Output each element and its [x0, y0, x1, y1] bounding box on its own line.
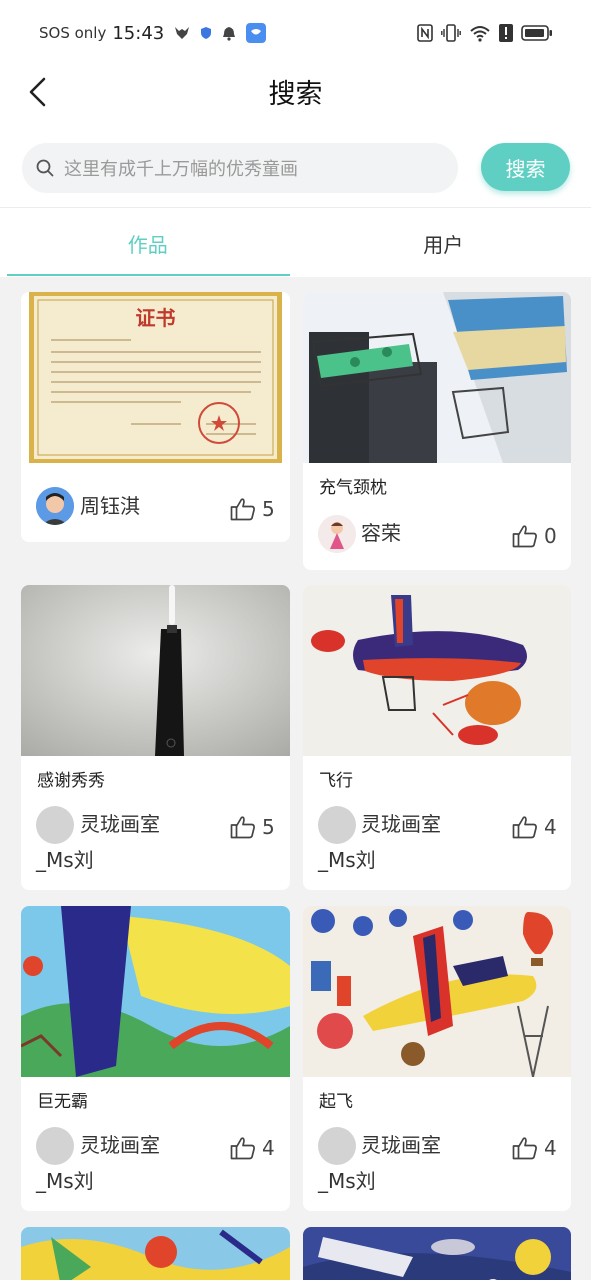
alert-icon: [499, 24, 513, 42]
avatar: [36, 1127, 74, 1165]
work-title: 感谢秀秀: [37, 771, 105, 791]
like-button[interactable]: 4: [512, 1136, 557, 1160]
avatar: [36, 487, 74, 525]
work-title: 巨无霸: [37, 1092, 88, 1112]
like-count: 5: [262, 815, 275, 839]
like-count: 4: [544, 815, 557, 839]
work-card[interactable]: 起飞 灵珑画室 _Ms刘 4: [303, 906, 571, 1211]
app-notification-icon: [246, 23, 267, 43]
status-right: [417, 24, 553, 42]
active-tab-indicator: [7, 274, 290, 276]
avatar: [318, 515, 356, 553]
like-button[interactable]: 4: [230, 1136, 275, 1160]
work-thumbnail: [21, 585, 290, 756]
work-title: 起飞: [319, 1092, 353, 1112]
work-card[interactable]: 证书 周钰淇 5: [21, 292, 290, 542]
fox-icon: [174, 26, 190, 40]
author-name: 灵珑画室: [80, 812, 160, 836]
nfc-icon: [417, 24, 433, 42]
shield-icon: [200, 26, 212, 40]
work-thumbnail: [21, 906, 290, 1077]
tab-works[interactable]: 作品: [0, 208, 296, 278]
title-bar: 搜索: [0, 66, 591, 116]
like-count: 4: [262, 1136, 275, 1160]
author-name-suffix: _Ms刘: [36, 848, 94, 872]
search-row: 这里有成千上万幅的优秀童画 搜索: [0, 140, 591, 196]
wifi-icon: [469, 24, 491, 42]
author-name: 容荣: [361, 521, 401, 545]
avatar: [318, 806, 356, 844]
thumbs-up-icon: [230, 498, 255, 521]
work-card[interactable]: 飞行 灵珑画室 _Ms刘 4: [303, 585, 571, 890]
work-title: 充气颈枕: [319, 478, 387, 498]
author-name: 灵珑画室: [361, 812, 441, 836]
search-placeholder: 这里有成千上万幅的优秀童画: [64, 159, 298, 180]
work-thumbnail: [303, 292, 571, 463]
author-name: 周钰淇: [80, 494, 140, 518]
work-thumbnail: 证书: [21, 292, 290, 463]
author-name-suffix: _Ms刘: [36, 1169, 94, 1193]
like-button[interactable]: 5: [230, 815, 275, 839]
thumbs-up-icon: [230, 1137, 255, 1160]
bell-icon: [222, 26, 236, 41]
tab-users[interactable]: 用户: [296, 208, 591, 278]
clock: 15:43: [112, 22, 165, 44]
vibrate-icon: [441, 24, 461, 42]
work-thumbnail: [303, 585, 571, 756]
like-count: 4: [544, 1136, 557, 1160]
work-title: 飞行: [319, 771, 353, 791]
work-card[interactable]: 充气颈枕 容荣 0: [303, 292, 571, 570]
author-name-suffix: _Ms刘: [318, 848, 376, 872]
battery-icon: [521, 25, 553, 41]
tab-bar: 作品 用户: [0, 208, 591, 278]
search-input[interactable]: 这里有成千上万幅的优秀童画: [22, 143, 458, 193]
like-button[interactable]: 0: [512, 524, 557, 548]
author-name-suffix: _Ms刘: [318, 1169, 376, 1193]
like-button[interactable]: 4: [512, 815, 557, 839]
work-thumbnail: [21, 1227, 290, 1280]
status-left: SOS only 15:43: [39, 22, 267, 44]
thumbs-up-icon: [512, 1137, 537, 1160]
work-card[interactable]: 巨无霸 灵珑画室 _Ms刘 4: [21, 906, 290, 1211]
search-button[interactable]: 搜索: [481, 143, 570, 191]
certificate-title: 证书: [135, 306, 176, 330]
works-grid[interactable]: 证书 周钰淇 5 充气颈枕 容荣 0 感谢秀秀 灵珑画室 _Ms刘 5 飞行 灵…: [0, 277, 591, 1280]
work-thumbnail: [303, 906, 571, 1077]
work-card[interactable]: [21, 1227, 290, 1280]
page-title: 搜索: [268, 79, 323, 110]
thumbs-up-icon: [512, 816, 537, 839]
like-count: 5: [262, 497, 275, 521]
avatar: [36, 806, 74, 844]
like-count: 0: [544, 524, 557, 548]
avatar: [318, 1127, 356, 1165]
work-card[interactable]: [303, 1227, 571, 1280]
work-thumbnail: [303, 1227, 571, 1280]
status-bar: SOS only 15:43: [0, 0, 591, 66]
author-name: 灵珑画室: [80, 1133, 160, 1157]
like-button[interactable]: 5: [230, 497, 275, 521]
search-icon: [36, 159, 54, 177]
work-card[interactable]: 感谢秀秀 灵珑画室 _Ms刘 5: [21, 585, 290, 890]
author-name: 灵珑画室: [361, 1133, 441, 1157]
sos-label: SOS only: [39, 24, 107, 42]
thumbs-up-icon: [230, 816, 255, 839]
thumbs-up-icon: [512, 525, 537, 548]
